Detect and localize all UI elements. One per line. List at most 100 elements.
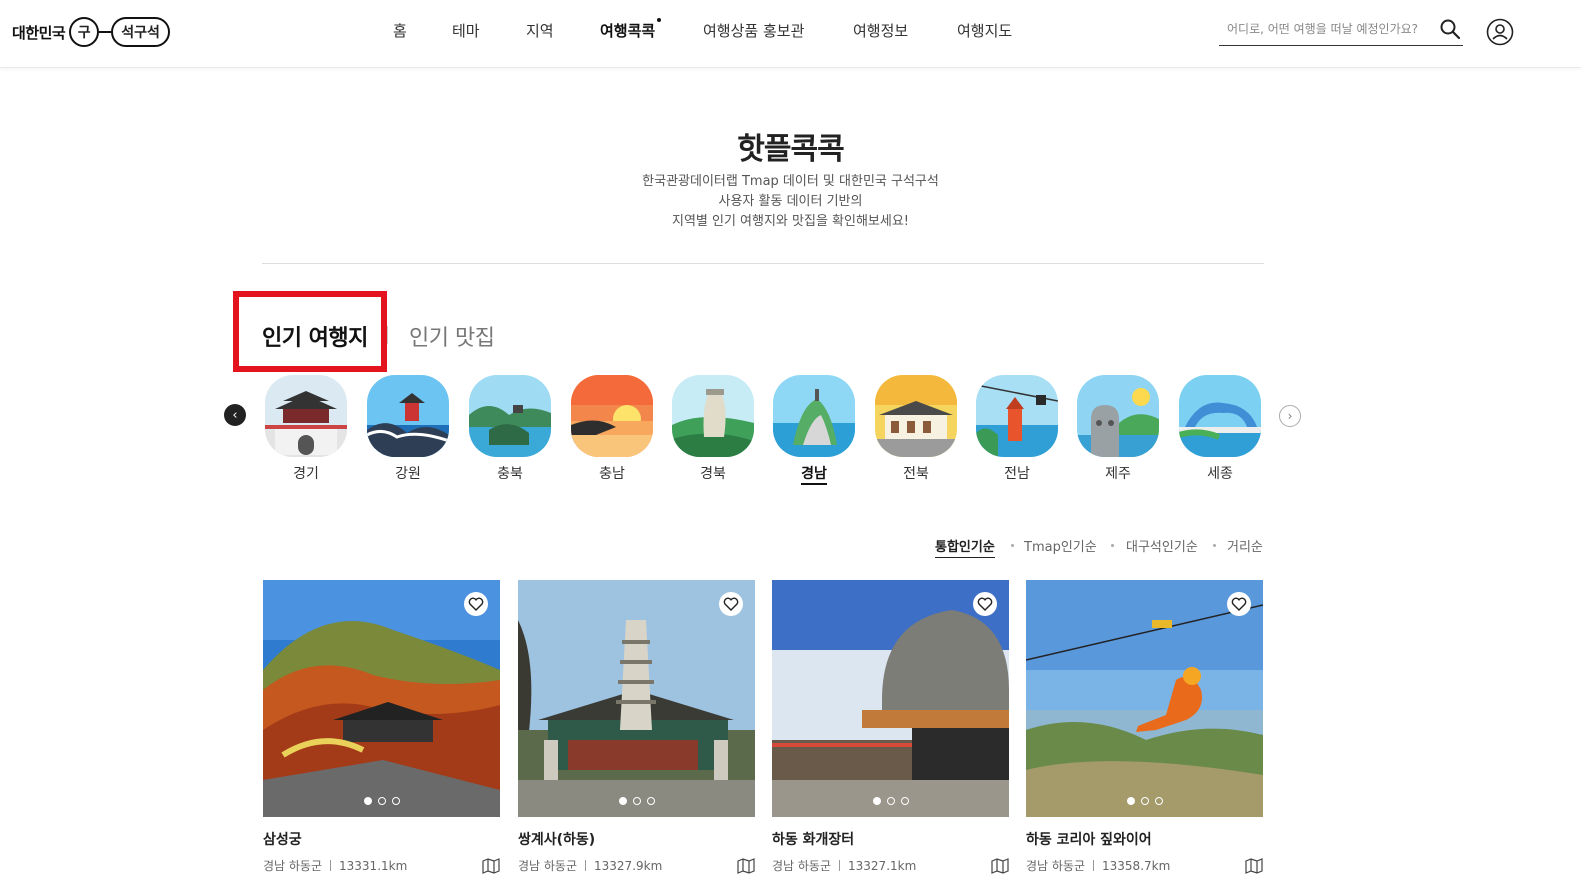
heart-icon [723, 597, 739, 611]
region-chungnam-image [571, 375, 653, 457]
nav-home[interactable]: 홈 [393, 20, 407, 41]
nav-theme[interactable]: 테마 [452, 20, 480, 41]
carousel-dot[interactable] [1140, 797, 1149, 805]
region-gangwon-image [367, 375, 449, 457]
region-jeju[interactable]: 제주 [1077, 375, 1159, 483]
tab-popular-restaurants[interactable]: 인기 맛집 [409, 320, 495, 352]
region-jeonnam[interactable]: 전남 [976, 375, 1058, 483]
carousel-dot[interactable] [886, 797, 895, 805]
region-gangwon[interactable]: 강원 [367, 375, 449, 483]
site-header: 대한민국 구 석구석 홈 테마 지역 여행콕콕 여행상품 홍보관 여행정보 여행… [0, 0, 1581, 68]
map-icon[interactable] [991, 858, 1009, 874]
carousel-dot[interactable] [1126, 797, 1135, 805]
region-label: 제주 [1105, 466, 1131, 482]
card-image[interactable] [263, 580, 500, 817]
card-distance: 13327.1km [848, 858, 917, 873]
card-region: 경남 하동군 [1026, 859, 1086, 873]
logo-connector [99, 31, 112, 33]
user-icon[interactable] [1486, 18, 1514, 46]
meta-divider [839, 860, 841, 871]
search-input[interactable] [1227, 18, 1437, 40]
region-chungbuk[interactable]: 충북 [469, 375, 551, 483]
nav-active-dot [657, 18, 662, 22]
nav-product[interactable]: 여행상품 홍보관 [703, 20, 804, 41]
region-jeonnam-image [976, 375, 1058, 457]
desc-line: 한국관광데이터랩 Tmap 데이터 및 대한민국 구석구석 [642, 174, 939, 189]
desc-line: 지역별 인기 여행지와 맛집을 확인해보세요! [671, 214, 910, 229]
site-logo[interactable]: 대한민국 구 석구석 [12, 16, 170, 48]
region-chungnam[interactable]: 충남 [571, 375, 653, 483]
heart-icon [977, 597, 993, 611]
carousel-dot[interactable] [646, 797, 655, 805]
carousel-dot[interactable] [632, 797, 641, 805]
chevron-left-icon: ‹ [232, 407, 238, 423]
section-divider [262, 263, 1264, 264]
region-gyeongnam[interactable]: 경남 [773, 375, 855, 485]
attraction-card[interactable]: 쌍계사(하동) 경남 하동군 13327.9km [518, 580, 755, 874]
logo-mark: 구 석구석 [69, 17, 170, 47]
carousel-dot[interactable] [391, 797, 400, 805]
favorite-button[interactable] [719, 592, 743, 616]
attraction-card[interactable]: 하동 화개장터 경남 하동군 13327.1km [772, 580, 1009, 874]
region-chungbuk-image [469, 375, 551, 457]
carousel-dot[interactable] [363, 797, 372, 805]
favorite-button[interactable] [464, 592, 488, 616]
sort-tmap-popular[interactable]: Tmap인기순 [1024, 536, 1097, 555]
nav-info[interactable]: 여행정보 [853, 20, 908, 41]
region-jeonbuk[interactable]: 전북 [875, 375, 957, 483]
carousel-dots [263, 797, 500, 805]
card-distance: 13358.7km [1102, 858, 1171, 873]
region-gyeonggi-image [265, 375, 347, 457]
region-label: 전북 [903, 466, 929, 482]
card-title: 하동 화개장터 [772, 832, 855, 848]
carousel-dot[interactable] [900, 797, 909, 805]
card-region: 경남 하동군 [263, 859, 323, 873]
carousel-dot[interactable] [1154, 797, 1163, 805]
card-image[interactable] [518, 580, 755, 817]
meta-divider [585, 860, 587, 871]
attraction-card[interactable]: 하동 코리아 짚와이어 경남 하동군 13358.7km [1026, 580, 1263, 874]
search-icon[interactable] [1439, 18, 1461, 40]
sort-separator-dot [1011, 544, 1014, 547]
sort-overall-popular[interactable]: 통합인기순 [935, 536, 995, 558]
sort-distance[interactable]: 거리순 [1227, 536, 1263, 555]
region-prev-button[interactable]: ‹ [224, 404, 246, 426]
nav-region[interactable]: 지역 [526, 20, 554, 41]
sort-daeguseok-popular[interactable]: 대구석인기순 [1126, 536, 1198, 555]
card-meta: 경남 하동군 13331.1km [263, 857, 500, 874]
heart-icon [468, 597, 484, 611]
carousel-dots [518, 797, 755, 805]
card-distance: 13327.9km [594, 858, 663, 873]
region-next-button[interactable]: › [1279, 405, 1301, 427]
region-gyeongbuk[interactable]: 경북 [672, 375, 754, 483]
nav-map[interactable]: 여행지도 [957, 20, 1012, 41]
map-icon[interactable] [737, 858, 755, 874]
tab-popular-attractions[interactable]: 인기 여행지 [262, 320, 368, 352]
tab-separator [387, 326, 388, 344]
heart-icon [1231, 597, 1247, 611]
card-title: 쌍계사(하동) [518, 832, 596, 848]
meta-divider [330, 860, 332, 871]
carousel-dots [772, 797, 1009, 805]
map-icon[interactable] [1245, 858, 1263, 874]
favorite-button[interactable] [1227, 592, 1251, 616]
card-meta: 경남 하동군 13327.1km [772, 857, 1009, 874]
card-region: 경남 하동군 [518, 859, 578, 873]
map-icon[interactable] [482, 858, 500, 874]
region-label: 충북 [497, 466, 523, 482]
region-gyeonggi[interactable]: 경기 [265, 375, 347, 483]
favorite-button[interactable] [973, 592, 997, 616]
region-sejong[interactable]: 세종 [1179, 375, 1261, 483]
card-image[interactable] [1026, 580, 1263, 817]
region-label: 경기 [293, 466, 319, 482]
carousel-dot[interactable] [872, 797, 881, 805]
card-image[interactable] [772, 580, 1009, 817]
carousel-dot[interactable] [618, 797, 627, 805]
nav-hotplace[interactable]: 여행콕콕 [600, 18, 662, 41]
logo-pill: 석구석 [111, 17, 170, 47]
chevron-right-icon: › [1287, 409, 1293, 423]
carousel-dot[interactable] [377, 797, 386, 805]
sort-separator-dot [1213, 544, 1216, 547]
region-label: 충남 [599, 466, 625, 482]
attraction-card[interactable]: 삼성궁 경남 하동군 13331.1km [263, 580, 500, 874]
